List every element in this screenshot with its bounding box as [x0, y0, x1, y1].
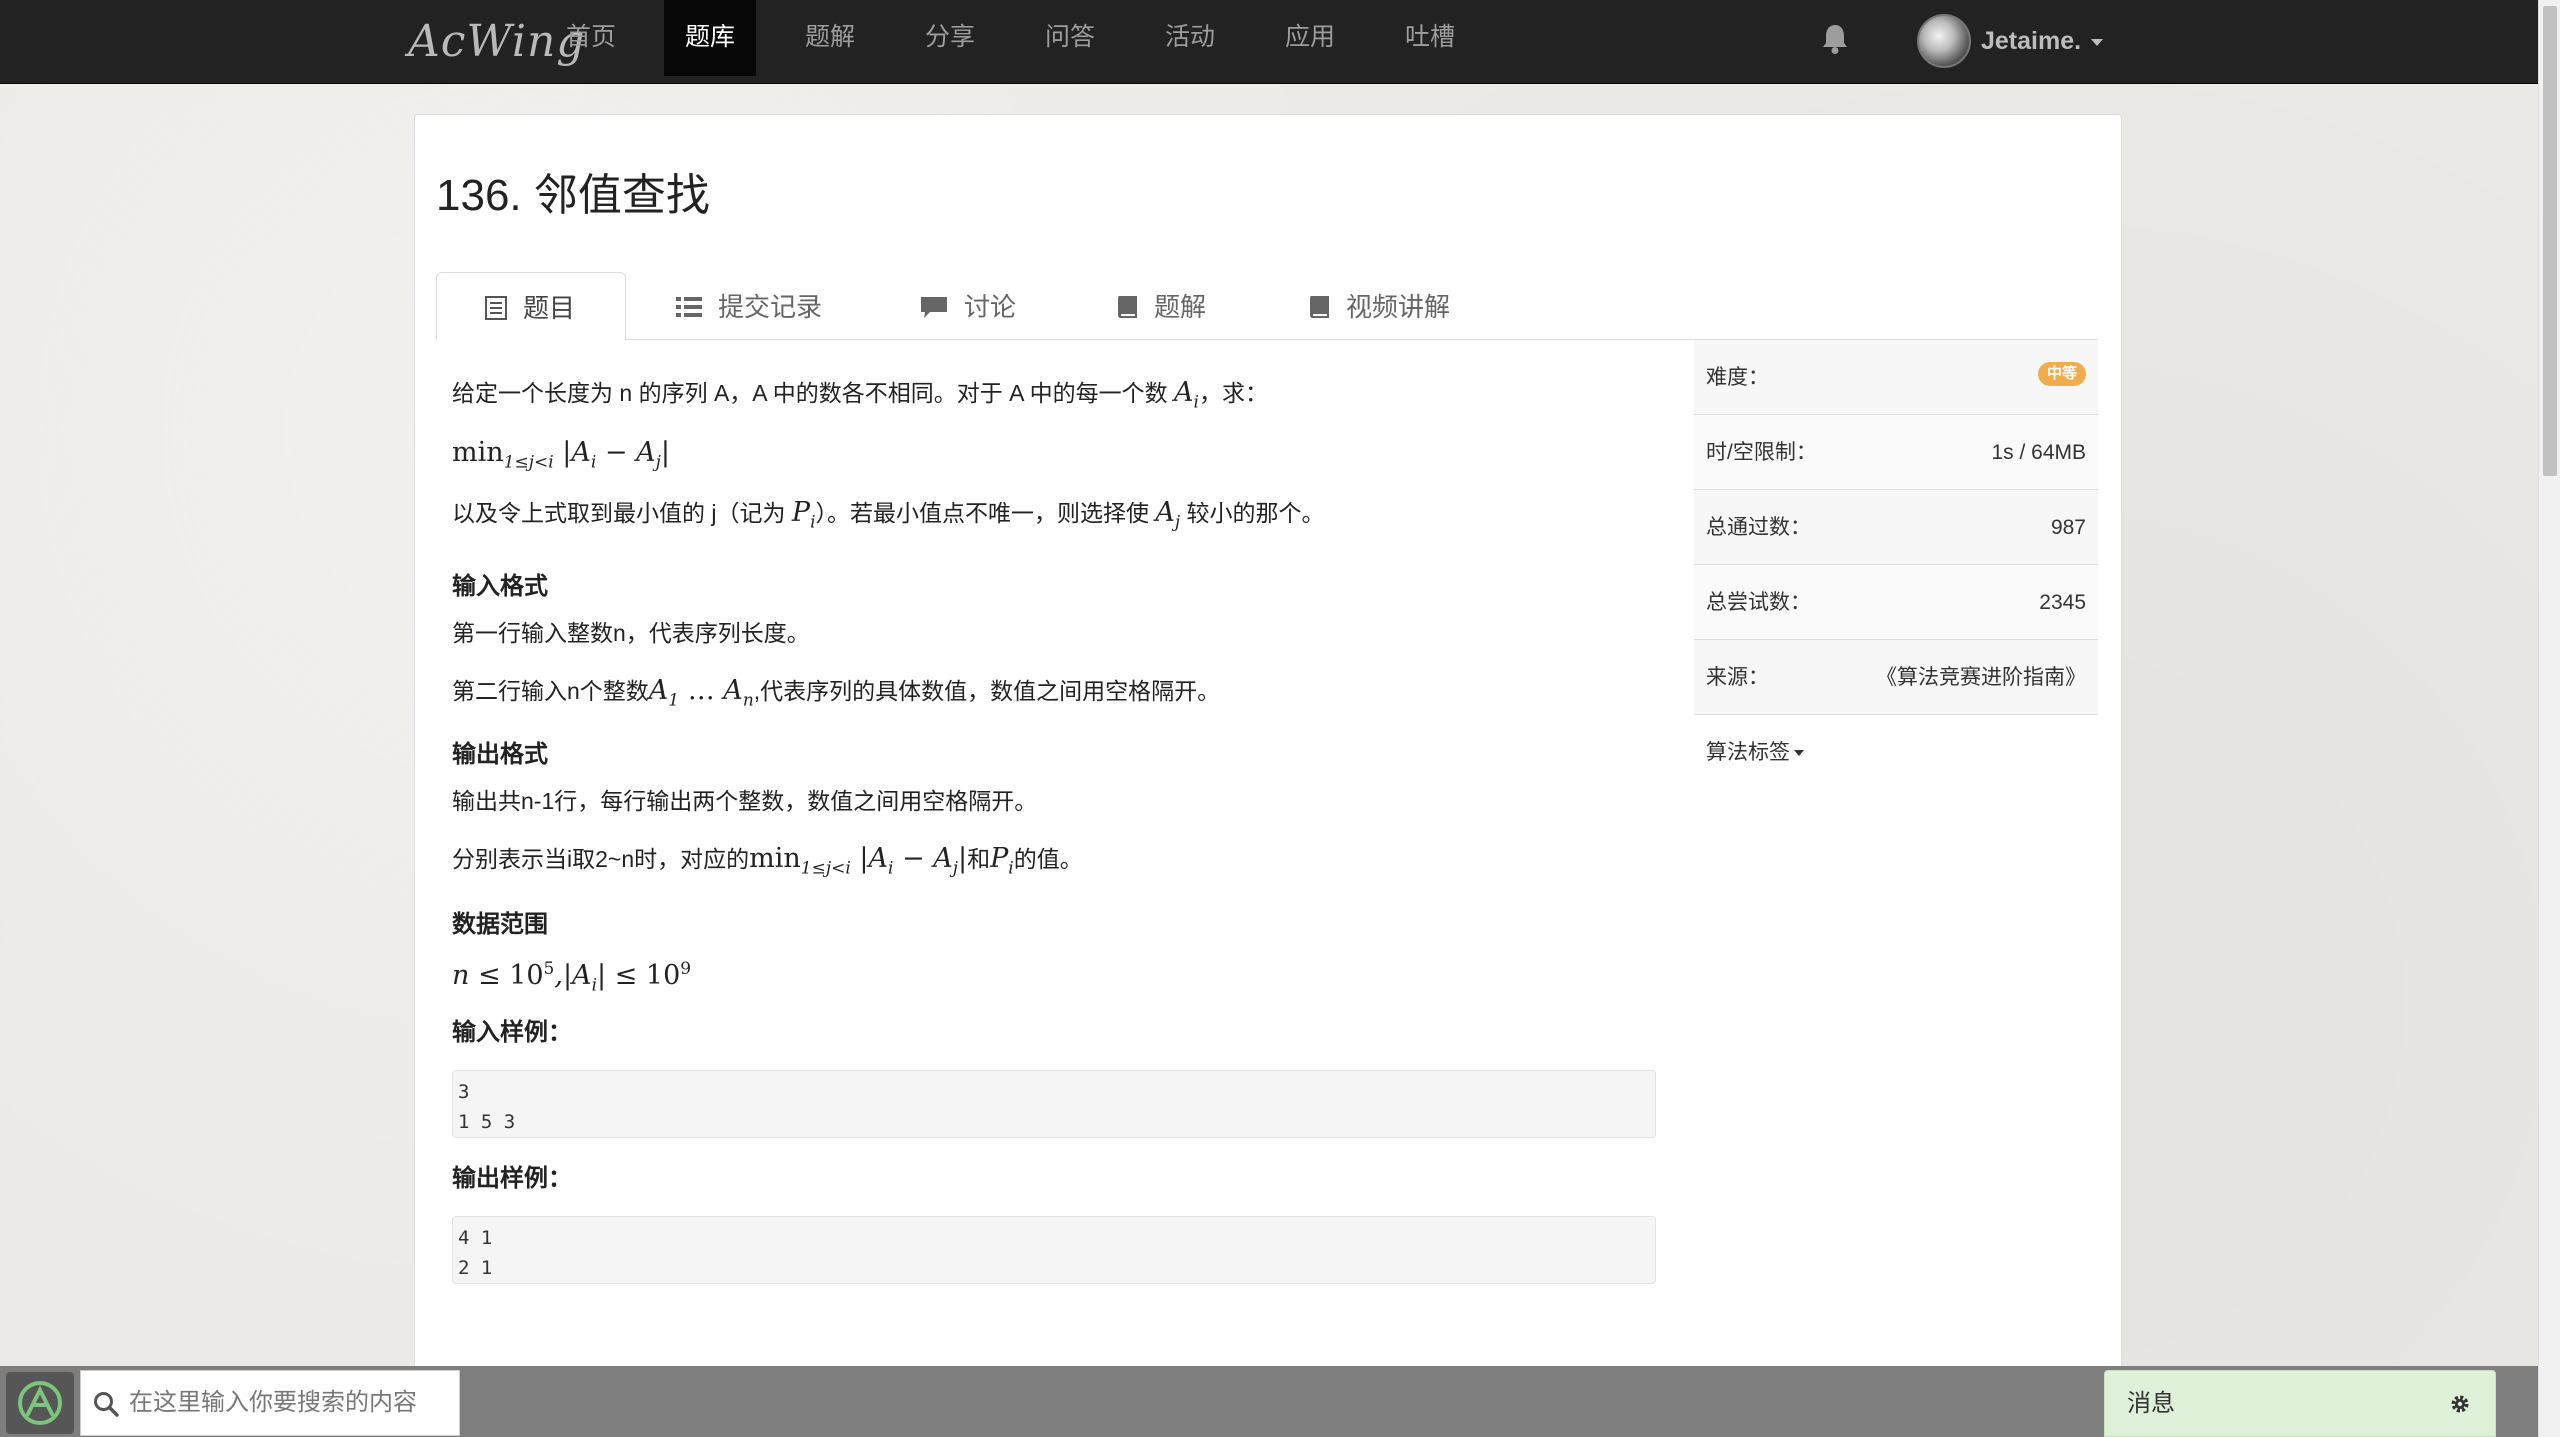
sample-output-line: 2 1: [458, 1257, 493, 1279]
caret-down-icon: [2091, 38, 2104, 46]
limit-value: 1s / 64MB: [1991, 441, 2086, 464]
user-menu[interactable]: Jetaime.: [1981, 24, 2104, 58]
pass-count-value: 987: [2050, 516, 2086, 539]
list-icon: [676, 297, 702, 318]
acwing-logo-icon: [18, 1381, 62, 1425]
statement-p1: 给定一个长度为 n 的序列 A，A 中的数各不相同。对于 A 中的每一个数 Ai…: [452, 377, 1268, 413]
output-format-heading: 输出格式: [452, 741, 548, 768]
statement-formula: min1≤j<i |Ai − Aj|: [452, 437, 670, 473]
sample-input-line: 3: [458, 1081, 470, 1103]
avatar[interactable]: [1917, 14, 1971, 68]
comment-icon: [921, 297, 947, 319]
sample-output-heading: 输出样例：: [452, 1165, 572, 1192]
nav-solutions[interactable]: 题解: [786, 0, 874, 76]
tab-submissions[interactable]: 提交记录: [676, 272, 822, 340]
file-text-icon: [485, 296, 507, 321]
data-range-formula: n ≤ 105,|Ai| ≤ 109: [452, 959, 692, 996]
output-format-line1: 输出共n-1行，每行输出两个整数，数值之间用空格隔开。: [452, 788, 1038, 814]
tab-video-label: 视频讲解: [1346, 292, 1451, 323]
tab-discussion[interactable]: 讨论: [920, 272, 1016, 340]
difficulty-label: 难度：: [1706, 366, 1769, 389]
scrollbar-thumb[interactable]: [2543, 6, 2557, 476]
messages-panel[interactable]: 消息: [2104, 1370, 2496, 1437]
bottom-search-box[interactable]: [80, 1370, 460, 1436]
sample-output-line: 4 1: [458, 1227, 493, 1249]
sample-output-block: 4 1 2 1: [452, 1216, 1656, 1284]
pass-count-label: 总通过数：: [1706, 516, 1811, 539]
try-count-label: 总尝试数：: [1706, 591, 1811, 614]
nav-activities[interactable]: 活动: [1146, 0, 1234, 76]
nav-home[interactable]: 首页: [548, 0, 634, 76]
page-scrollbar[interactable]: [2538, 0, 2560, 1437]
input-format-heading: 输入格式: [452, 573, 548, 600]
top-navbar: AcWing 首页 题库 题解 分享 问答 活动 应用 吐槽 Jetaime.: [0, 0, 2538, 84]
tab-submissions-label: 提交记录: [718, 292, 823, 323]
book-icon: [1310, 296, 1329, 319]
statement-p3: 以及令上式取到最小值的 j（记为 Pi）。若最小值点不唯一，则选择使 Aj 较小…: [452, 497, 1325, 533]
nav-qa[interactable]: 问答: [1026, 0, 1114, 76]
difficulty-badge: 中等: [2037, 362, 2086, 386]
limit-label: 时/空限制：: [1706, 441, 1817, 464]
search-input[interactable]: [129, 1379, 449, 1427]
try-count-row: 总尝试数： 2345: [1694, 565, 2098, 640]
acwing-app-button[interactable]: [6, 1372, 74, 1434]
input-format-line1: 第一行输入整数n，代表序列长度。: [452, 620, 810, 646]
bell-icon[interactable]: [1820, 22, 1850, 56]
page-title: 136. 邻值查找: [436, 171, 710, 220]
data-range-heading: 数据范围: [452, 911, 548, 938]
search-icon: [94, 1392, 119, 1417]
algorithm-tags-row: 算法标签: [1694, 715, 2098, 790]
username-label: Jetaime.: [1981, 27, 2082, 55]
tab-solutions[interactable]: 题解: [1116, 272, 1206, 340]
book-icon: [1118, 296, 1137, 319]
sample-input-line: 1 5 3: [458, 1111, 516, 1133]
algorithm-tags-label: 算法标签: [1706, 741, 1790, 764]
tab-problem-label: 题目: [523, 293, 576, 324]
nav-apps[interactable]: 应用: [1266, 0, 1354, 76]
algorithm-tags-toggle[interactable]: 算法标签: [1706, 715, 1804, 790]
caret-down-icon: [1794, 750, 1804, 757]
nav-problems[interactable]: 题库: [664, 0, 756, 76]
problem-tabs: 题目 提交记录 讨论 题解 视频讲解: [436, 272, 2098, 341]
tab-problem[interactable]: 题目: [436, 272, 626, 341]
problem-info-sidebar: 难度： 中等 时/空限制： 1s / 64MB 总通过数： 987 总尝试数： …: [1694, 340, 2098, 790]
source-value[interactable]: 《算法竞赛进阶指南》: [1876, 640, 2086, 715]
try-count-value: 2345: [2039, 591, 2086, 614]
nav-share[interactable]: 分享: [906, 0, 994, 76]
tab-discussion-label: 讨论: [964, 292, 1017, 323]
sample-input-block: 3 1 5 3: [452, 1070, 1656, 1138]
source-row: 来源： 《算法竞赛进阶指南》: [1694, 640, 2098, 715]
pass-count-row: 总通过数： 987: [1694, 490, 2098, 565]
limit-row: 时/空限制： 1s / 64MB: [1694, 415, 2098, 490]
difficulty-row: 难度： 中等: [1694, 340, 2098, 415]
source-label: 来源：: [1706, 666, 1769, 689]
messages-label: 消息: [2127, 1390, 2175, 1417]
input-format-line2: 第二行输入n个整数A1 … An,代表序列的具体数值，数值之间用空格隔开。: [452, 675, 1221, 711]
sample-input-heading: 输入样例：: [452, 1019, 572, 1046]
nav-feedback[interactable]: 吐槽: [1386, 0, 1474, 76]
tab-solutions-label: 题解: [1154, 292, 1207, 323]
output-format-line2: 分别表示当i取2~n时，对应的min1≤j<i |Ai − Aj|和Pi的值。: [452, 843, 1083, 879]
tab-video[interactable]: 视频讲解: [1308, 272, 1450, 340]
gear-icon[interactable]: [2449, 1393, 2471, 1415]
